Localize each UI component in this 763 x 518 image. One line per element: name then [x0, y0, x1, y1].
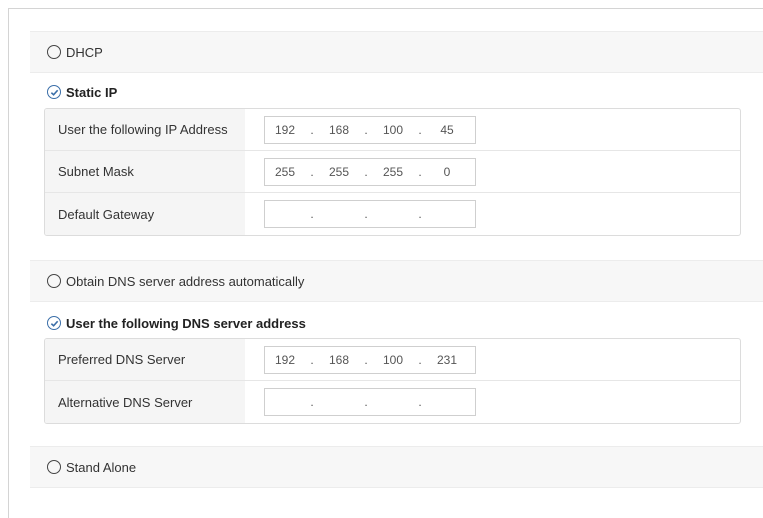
ip-address-row: User the following IP Address 192. 168. …: [45, 109, 740, 151]
subnet-mask-field[interactable]: 255. 255. 255. 0: [264, 157, 476, 186]
octet-3[interactable]: 100: [373, 123, 413, 137]
dot-separator: .: [418, 122, 422, 137]
radio-checked-icon[interactable]: [47, 85, 61, 99]
dot-separator: .: [310, 352, 314, 367]
dns-auto-label: Obtain DNS server address automatically: [66, 273, 305, 289]
dns-table: Preferred DNS Server 192. 168. 100. 231 …: [44, 338, 741, 424]
standalone-option[interactable]: Stand Alone: [30, 446, 763, 488]
dns-manual-label: User the following DNS server address: [66, 315, 306, 331]
dhcp-option[interactable]: DHCP: [30, 31, 763, 73]
ip-address-label: User the following IP Address: [45, 109, 245, 150]
radio-unchecked-icon[interactable]: [47, 45, 61, 59]
static-ip-table: User the following IP Address 192. 168. …: [44, 108, 741, 236]
dot-separator: .: [418, 352, 422, 367]
dot-separator: .: [418, 164, 422, 179]
dot-separator: .: [418, 207, 422, 221]
dot-separator: .: [364, 395, 368, 409]
dot-separator: .: [310, 207, 314, 221]
octet-4[interactable]: 0: [427, 165, 467, 179]
octet-1[interactable]: 255: [265, 165, 305, 179]
octet-1[interactable]: 192: [265, 353, 305, 367]
octet-3[interactable]: 255: [373, 165, 413, 179]
static-ip-label: Static IP: [66, 84, 118, 100]
subnet-mask-row: Subnet Mask 255. 255. 255. 0: [45, 151, 740, 193]
octet-4[interactable]: 45: [427, 123, 467, 137]
octet-1[interactable]: 192: [265, 123, 305, 137]
alternative-dns-row: Alternative DNS Server . . .: [45, 381, 740, 423]
octet-3[interactable]: 100: [373, 353, 413, 367]
ip-address-field[interactable]: 192. 168. 100. 45: [264, 115, 476, 144]
preferred-dns-label: Preferred DNS Server: [45, 339, 245, 380]
octet-4[interactable]: 231: [427, 353, 467, 367]
dot-separator: .: [310, 164, 314, 179]
dot-separator: .: [364, 352, 368, 367]
octet-2[interactable]: 255: [319, 165, 359, 179]
dot-separator: .: [364, 122, 368, 137]
radio-unchecked-icon[interactable]: [47, 274, 61, 288]
radio-checked-icon[interactable]: [47, 316, 61, 330]
octet-2[interactable]: 168: [319, 123, 359, 137]
alternative-dns-label: Alternative DNS Server: [45, 381, 245, 423]
standalone-label: Stand Alone: [66, 459, 137, 475]
default-gateway-row: Default Gateway . . .: [45, 193, 740, 235]
alternative-dns-field[interactable]: . . .: [264, 388, 476, 416]
subnet-mask-label: Subnet Mask: [45, 151, 245, 192]
preferred-dns-row: Preferred DNS Server 192. 168. 100. 231: [45, 339, 740, 381]
dns-auto-option[interactable]: Obtain DNS server address automatically: [30, 260, 763, 302]
dot-separator: .: [364, 164, 368, 179]
dot-separator: .: [364, 207, 368, 221]
dot-separator: .: [310, 122, 314, 137]
radio-unchecked-icon[interactable]: [47, 460, 61, 474]
default-gateway-field[interactable]: . . .: [264, 200, 476, 228]
dns-manual-option[interactable]: User the following DNS server address: [47, 313, 306, 333]
dot-separator: .: [310, 395, 314, 409]
dhcp-label: DHCP: [66, 44, 103, 60]
dot-separator: .: [418, 395, 422, 409]
default-gateway-label: Default Gateway: [45, 193, 245, 235]
octet-2[interactable]: 168: [319, 353, 359, 367]
static-ip-option[interactable]: Static IP: [47, 82, 117, 102]
preferred-dns-field[interactable]: 192. 168. 100. 231: [264, 345, 476, 374]
